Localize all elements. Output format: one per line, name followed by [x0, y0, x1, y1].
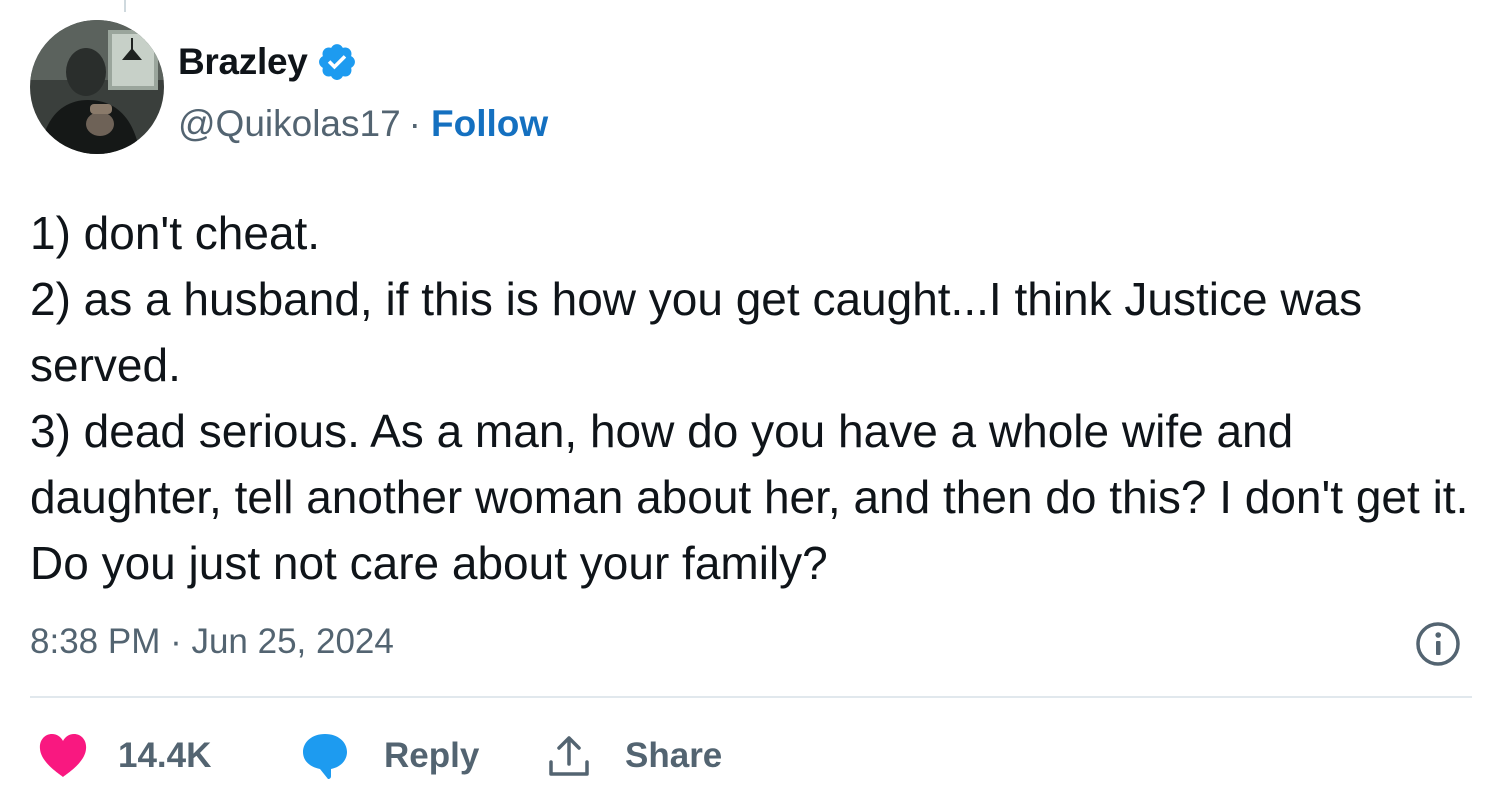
reply-label: Reply — [384, 736, 480, 775]
tweet-date: Jun 25, 2024 — [191, 622, 394, 661]
verified-badge-icon — [318, 44, 355, 80]
follow-button[interactable]: Follow — [431, 103, 548, 145]
share-label: Share — [625, 736, 723, 775]
info-icon[interactable] — [1414, 620, 1462, 668]
share-upload-icon — [549, 736, 589, 776]
avatar-photo — [30, 20, 164, 154]
author-handle[interactable]: @Quikolas17 — [178, 103, 401, 145]
like-button[interactable]: 14.4K — [38, 733, 300, 779]
timestamp-separator: · — [160, 622, 192, 661]
avatar[interactable] — [30, 20, 164, 154]
handle-separator: · — [408, 103, 421, 144]
share-button[interactable]: Share — [545, 732, 722, 780]
author-handle-row: @Quikolas17 · Follow — [178, 100, 548, 148]
tweet-actions-bar: 14.4K Reply Share — [38, 726, 722, 786]
author-display-name[interactable]: Brazley — [178, 41, 308, 83]
tweet-time: 8:38 PM — [30, 622, 161, 661]
tweet-text: 1) don't cheat. 2) as a husband, if this… — [30, 207, 1469, 589]
heart-icon — [39, 734, 87, 777]
thread-connector-line — [124, 0, 126, 12]
like-count: 14.4K — [118, 736, 212, 775]
reply-bubble-icon — [303, 734, 347, 779]
tweet-timestamp[interactable]: 8:38 PM · Jun 25, 2024 — [30, 618, 394, 666]
divider — [30, 696, 1472, 698]
reply-button[interactable]: Reply — [300, 731, 545, 781]
author-name-row: Brazley — [178, 38, 358, 86]
